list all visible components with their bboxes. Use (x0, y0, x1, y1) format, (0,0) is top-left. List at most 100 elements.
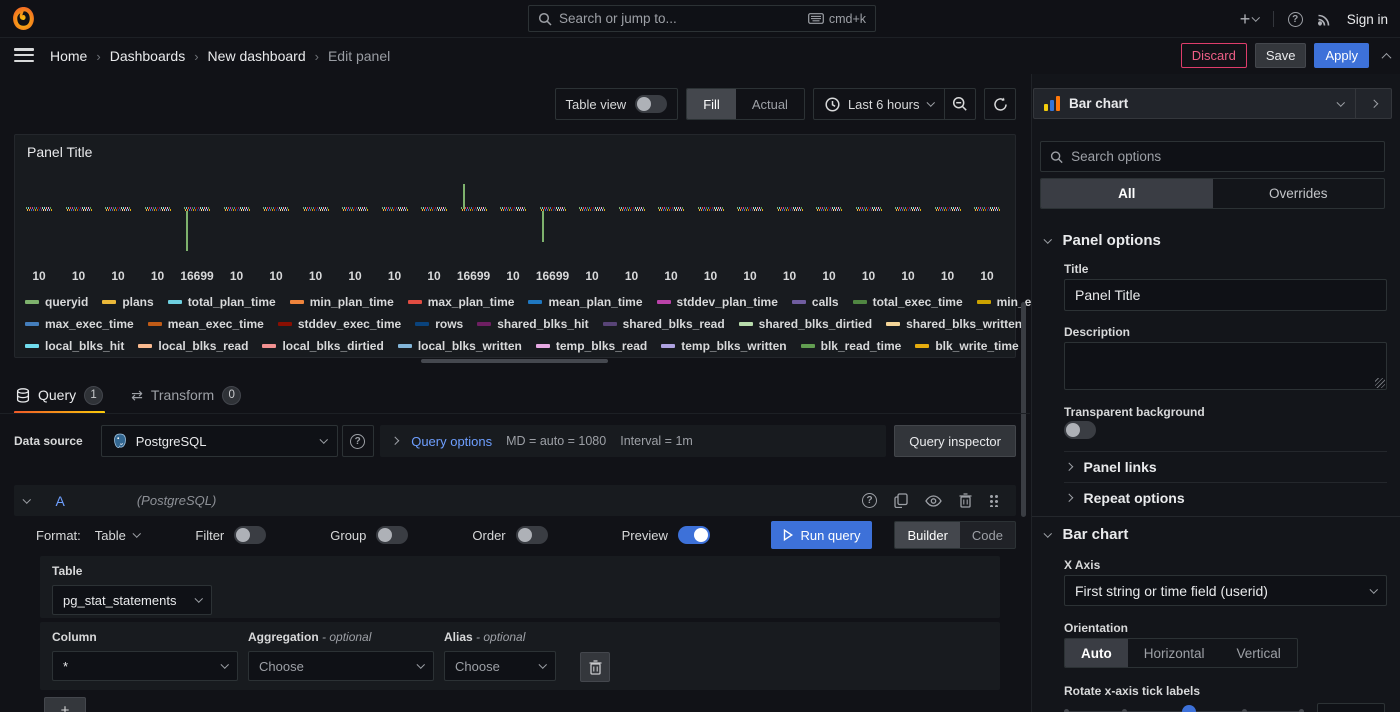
legend-item[interactable]: blk_write_time (915, 339, 1018, 353)
collapse-options-button[interactable] (1355, 89, 1391, 118)
transparent-bg-toggle[interactable] (1064, 421, 1096, 439)
grafana-logo-icon[interactable] (11, 6, 36, 31)
rotate-ticks-slider[interactable] (1064, 702, 1304, 712)
repeat-options-section[interactable]: Repeat options (1066, 490, 1185, 506)
x-axis-select[interactable]: First string or time field (userid) (1064, 575, 1387, 606)
table-select[interactable]: pg_stat_statements (52, 585, 212, 615)
news-rss-icon[interactable] (1317, 11, 1333, 27)
alias-select[interactable]: Choose (444, 651, 556, 681)
panel-links-section[interactable]: Panel links (1066, 459, 1157, 475)
orientation-vertical[interactable]: Vertical (1221, 639, 1297, 667)
legend-item[interactable]: total_plan_time (168, 295, 276, 309)
table-view-toggle[interactable] (635, 95, 667, 113)
legend-item[interactable]: shared_blks_read (603, 317, 725, 331)
tab-overrides[interactable]: Overrides (1213, 179, 1385, 208)
hide-query-eye-icon[interactable] (925, 495, 942, 507)
datasource-picker[interactable]: PostgreSQL (101, 425, 338, 457)
run-query-button[interactable]: Run query (771, 521, 872, 549)
options-pane: Bar chart All Overrides Panel options Ti… (1031, 74, 1400, 712)
legend-swatch (408, 300, 422, 304)
panel-title-input[interactable] (1064, 279, 1387, 311)
add-column-button[interactable]: + (44, 697, 86, 712)
legend-item[interactable]: min_plan_time (290, 295, 394, 309)
collapse-pane-button[interactable] (1383, 47, 1390, 65)
datasource-help-button[interactable]: ? (342, 425, 374, 457)
description-textarea[interactable] (1064, 342, 1387, 390)
order-toggle[interactable] (516, 526, 548, 544)
actual-option[interactable]: Actual (736, 89, 804, 119)
visualization-picker[interactable]: Bar chart (1033, 88, 1392, 119)
resize-handle-icon[interactable] (1375, 378, 1385, 388)
breadcrumb-home[interactable]: Home (50, 48, 87, 64)
legend-item[interactable]: queryid (25, 295, 88, 309)
help-button[interactable]: ? (1288, 12, 1303, 27)
legend-item[interactable]: temp_blks_read (536, 339, 647, 353)
query-row-header[interactable]: A (PostgreSQL) ? (14, 485, 1016, 516)
aggregation-select[interactable]: Choose (248, 651, 434, 681)
discard-button[interactable]: Discard (1181, 43, 1247, 68)
code-option[interactable]: Code (960, 522, 1015, 548)
remove-column-button[interactable] (580, 652, 610, 682)
add-menu-button[interactable]: + (1240, 9, 1259, 30)
drag-handle-icon[interactable] (989, 494, 998, 507)
breadcrumb-dashboards[interactable]: Dashboards (110, 48, 186, 64)
fill-option[interactable]: Fill (687, 89, 736, 119)
time-range-button[interactable]: Last 6 hours (814, 97, 944, 112)
legend-item[interactable]: local_blks_written (398, 339, 522, 353)
transparent-bg-label: Transparent background (1064, 405, 1205, 419)
legend-item[interactable]: rows (415, 317, 463, 331)
column-select[interactable]: * (52, 651, 238, 681)
legend-item[interactable]: shared_blks_written (886, 317, 1022, 331)
refresh-button[interactable] (984, 88, 1016, 120)
zoom-out-button[interactable] (944, 89, 975, 119)
apply-button[interactable]: Apply (1314, 43, 1369, 68)
tab-query[interactable]: Query 1 (14, 378, 105, 412)
breadcrumb-new-dashboard[interactable]: New dashboard (208, 48, 306, 64)
slider-handle[interactable] (1182, 705, 1196, 712)
legend-item[interactable]: local_blks_read (138, 339, 248, 353)
legend-item[interactable]: mean_exec_time (148, 317, 264, 331)
duplicate-query-icon[interactable] (894, 493, 908, 508)
legend-item[interactable]: local_blks_dirtied (262, 339, 383, 353)
x-tick-label: 10 (506, 269, 519, 283)
legend-item[interactable]: blk_read_time (801, 339, 902, 353)
query-help-icon[interactable]: ? (862, 493, 877, 508)
menu-hamburger-icon[interactable] (14, 48, 34, 62)
legend-item[interactable]: total_exec_time (853, 295, 963, 309)
horizontal-scrollbar[interactable] (421, 359, 608, 363)
legend-item[interactable]: calls (792, 295, 839, 309)
query-options-link[interactable]: Query options (411, 434, 492, 449)
panel-options-section[interactable]: Panel options (1045, 232, 1161, 249)
legend-swatch (398, 344, 412, 348)
legend-item[interactable]: local_blks_hit (25, 339, 124, 353)
tab-all[interactable]: All (1041, 179, 1213, 208)
global-search-input[interactable]: Search or jump to... cmd+k (528, 5, 876, 32)
builder-option[interactable]: Builder (895, 522, 959, 548)
options-search[interactable] (1040, 141, 1385, 172)
filter-toggle[interactable] (234, 526, 266, 544)
tab-transform[interactable]: ⇄ Transform 0 (129, 378, 243, 412)
orientation-horizontal[interactable]: Horizontal (1128, 639, 1221, 667)
vertical-scrollbar[interactable] (1021, 302, 1026, 517)
legend-item[interactable]: stddev_plan_time (657, 295, 778, 309)
legend-item[interactable]: max_plan_time (408, 295, 515, 309)
rotate-ticks-input[interactable]: 0 (1317, 703, 1385, 712)
legend-item[interactable]: stddev_exec_time (278, 317, 401, 331)
bar-group (303, 207, 329, 211)
legend-item[interactable]: mean_plan_time (528, 295, 642, 309)
bar-chart-section[interactable]: Bar chart (1045, 526, 1128, 543)
orientation-auto[interactable]: Auto (1065, 639, 1128, 667)
legend-item[interactable]: temp_blks_written (661, 339, 786, 353)
preview-toggle[interactable] (678, 526, 710, 544)
group-toggle[interactable] (376, 526, 408, 544)
legend-item[interactable]: max_exec_time (25, 317, 134, 331)
format-select[interactable]: Table (95, 528, 140, 543)
legend-item[interactable]: shared_blks_hit (477, 317, 588, 331)
options-search-input[interactable] (1071, 149, 1375, 164)
sign-in-link[interactable]: Sign in (1347, 12, 1388, 27)
delete-query-trash-icon[interactable] (959, 493, 972, 508)
query-inspector-button[interactable]: Query inspector (894, 425, 1016, 457)
save-button[interactable]: Save (1255, 43, 1307, 68)
legend-item[interactable]: shared_blks_dirtied (739, 317, 872, 331)
legend-item[interactable]: plans (102, 295, 153, 309)
